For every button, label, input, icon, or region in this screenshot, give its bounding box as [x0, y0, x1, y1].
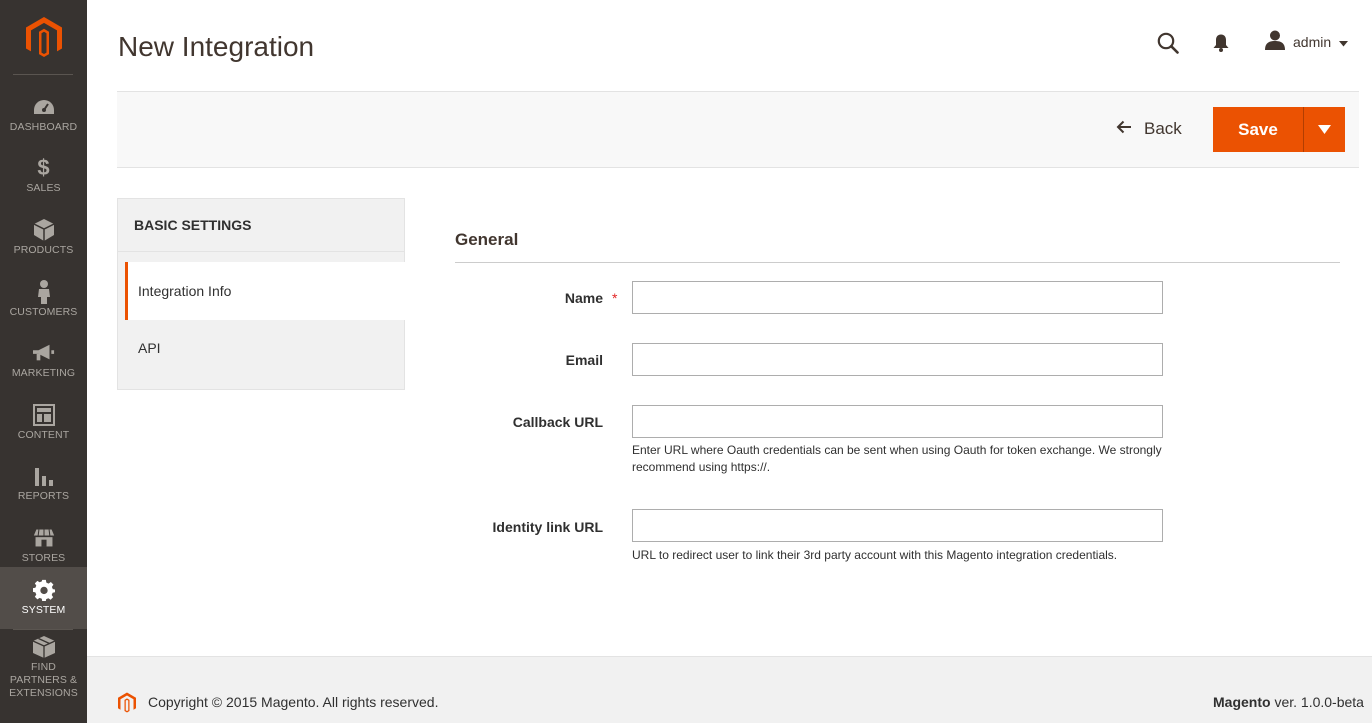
caret-down-icon — [1318, 121, 1331, 139]
name-input[interactable] — [632, 281, 1163, 314]
sidebar-item-find-partners[interactable]: FIND PARTNERS & EXTENSIONS — [0, 635, 87, 701]
callback-url-input[interactable] — [632, 405, 1163, 438]
section-title: General — [455, 230, 519, 249]
page-title: New Integration — [118, 31, 315, 62]
arrow-left-icon — [1116, 119, 1132, 139]
storefront-icon — [33, 527, 55, 549]
email-label: Email — [565, 352, 603, 368]
magento-logo-icon[interactable] — [0, 0, 87, 75]
sidebar-item-label: CONTENT — [17, 429, 70, 441]
chevron-down-icon — [1339, 34, 1349, 50]
admin-sidebar: DASHBOARD $ SALES PRODUCTS CUSTOMERS MAR… — [0, 0, 87, 723]
section-divider — [455, 262, 1340, 263]
sidebar-item-products[interactable]: PRODUCTS — [0, 207, 87, 269]
callback-url-label: Callback URL — [512, 414, 603, 430]
version-info: Magento ver. 1.0.0-beta — [1213, 694, 1364, 710]
layout-icon — [32, 404, 55, 426]
sidebar-item-sales[interactable]: $ SALES — [0, 145, 87, 207]
identity-link-url-input[interactable] — [632, 509, 1163, 542]
save-options-toggle[interactable] — [1304, 107, 1345, 152]
version-text: ver. 1.0.0-beta — [1270, 694, 1364, 710]
name-label: Name — [564, 290, 603, 306]
email-input[interactable] — [632, 343, 1163, 376]
sidebar-item-label: PRODUCTS — [13, 244, 74, 256]
bell-icon[interactable] — [1213, 34, 1229, 57]
sidebar-item-label: CUSTOMERS — [9, 306, 78, 318]
copyright-text: Copyright © 2015 Magento. All rights res… — [148, 694, 439, 710]
required-indicator: * — [612, 290, 618, 306]
sidebar-item-label: REPORTS — [17, 490, 70, 502]
sidebar-item-label: SYSTEM — [21, 604, 66, 616]
admin-username: admin — [1293, 33, 1332, 50]
tab-integration-info[interactable]: Integration Info — [125, 262, 406, 320]
back-button[interactable]: Back — [1116, 117, 1182, 141]
identity-link-url-note: URL to redirect user to link their 3rd p… — [632, 548, 1118, 562]
brand-name: Magento — [1213, 694, 1271, 710]
admin-user-menu[interactable]: admin — [1265, 30, 1349, 53]
sidebar-item-content[interactable]: CONTENT — [0, 392, 87, 454]
settings-tabs-panel: BASIC SETTINGS Integration Info API — [117, 198, 406, 390]
tab-api[interactable]: API — [125, 319, 406, 377]
identity-link-url-label: Identity link URL — [492, 519, 603, 535]
save-split-button: Save — [1213, 107, 1345, 152]
tabs-title: BASIC SETTINGS — [118, 199, 404, 252]
package-icon — [32, 636, 55, 658]
bar-chart-icon — [33, 465, 55, 487]
megaphone-icon — [32, 342, 55, 364]
person-icon — [33, 280, 55, 304]
sidebar-item-dashboard[interactable]: DASHBOARD — [0, 84, 87, 146]
user-icon — [1265, 30, 1285, 53]
back-button-label: Back — [1144, 119, 1182, 138]
search-icon[interactable] — [1157, 32, 1179, 59]
sidebar-item-reports[interactable]: REPORTS — [0, 453, 87, 515]
sidebar-item-system[interactable]: SYSTEM — [0, 567, 87, 629]
speedometer-icon — [33, 96, 55, 118]
sidebar-divider — [13, 74, 73, 75]
magento-logo-icon — [118, 692, 136, 719]
page-footer — [87, 656, 1372, 723]
sidebar-item-label: STORES — [21, 552, 66, 564]
save-button[interactable]: Save — [1213, 107, 1304, 152]
sidebar-divider — [13, 629, 73, 630]
sidebar-item-label: DASHBOARD — [9, 121, 78, 133]
sidebar-item-label: MARKETING — [11, 367, 76, 379]
sidebar-item-label: FIND PARTNERS & EXTENSIONS — [9, 661, 78, 699]
sidebar-item-marketing[interactable]: MARKETING — [0, 330, 87, 392]
sidebar-item-label: SALES — [26, 182, 61, 194]
sidebar-item-customers[interactable]: CUSTOMERS — [0, 269, 87, 331]
callback-url-note: Enter URL where Oauth credentials can be… — [632, 443, 1162, 474]
dollar-icon: $ — [37, 155, 50, 180]
cube-icon — [33, 219, 55, 241]
gear-icon — [32, 579, 55, 601]
